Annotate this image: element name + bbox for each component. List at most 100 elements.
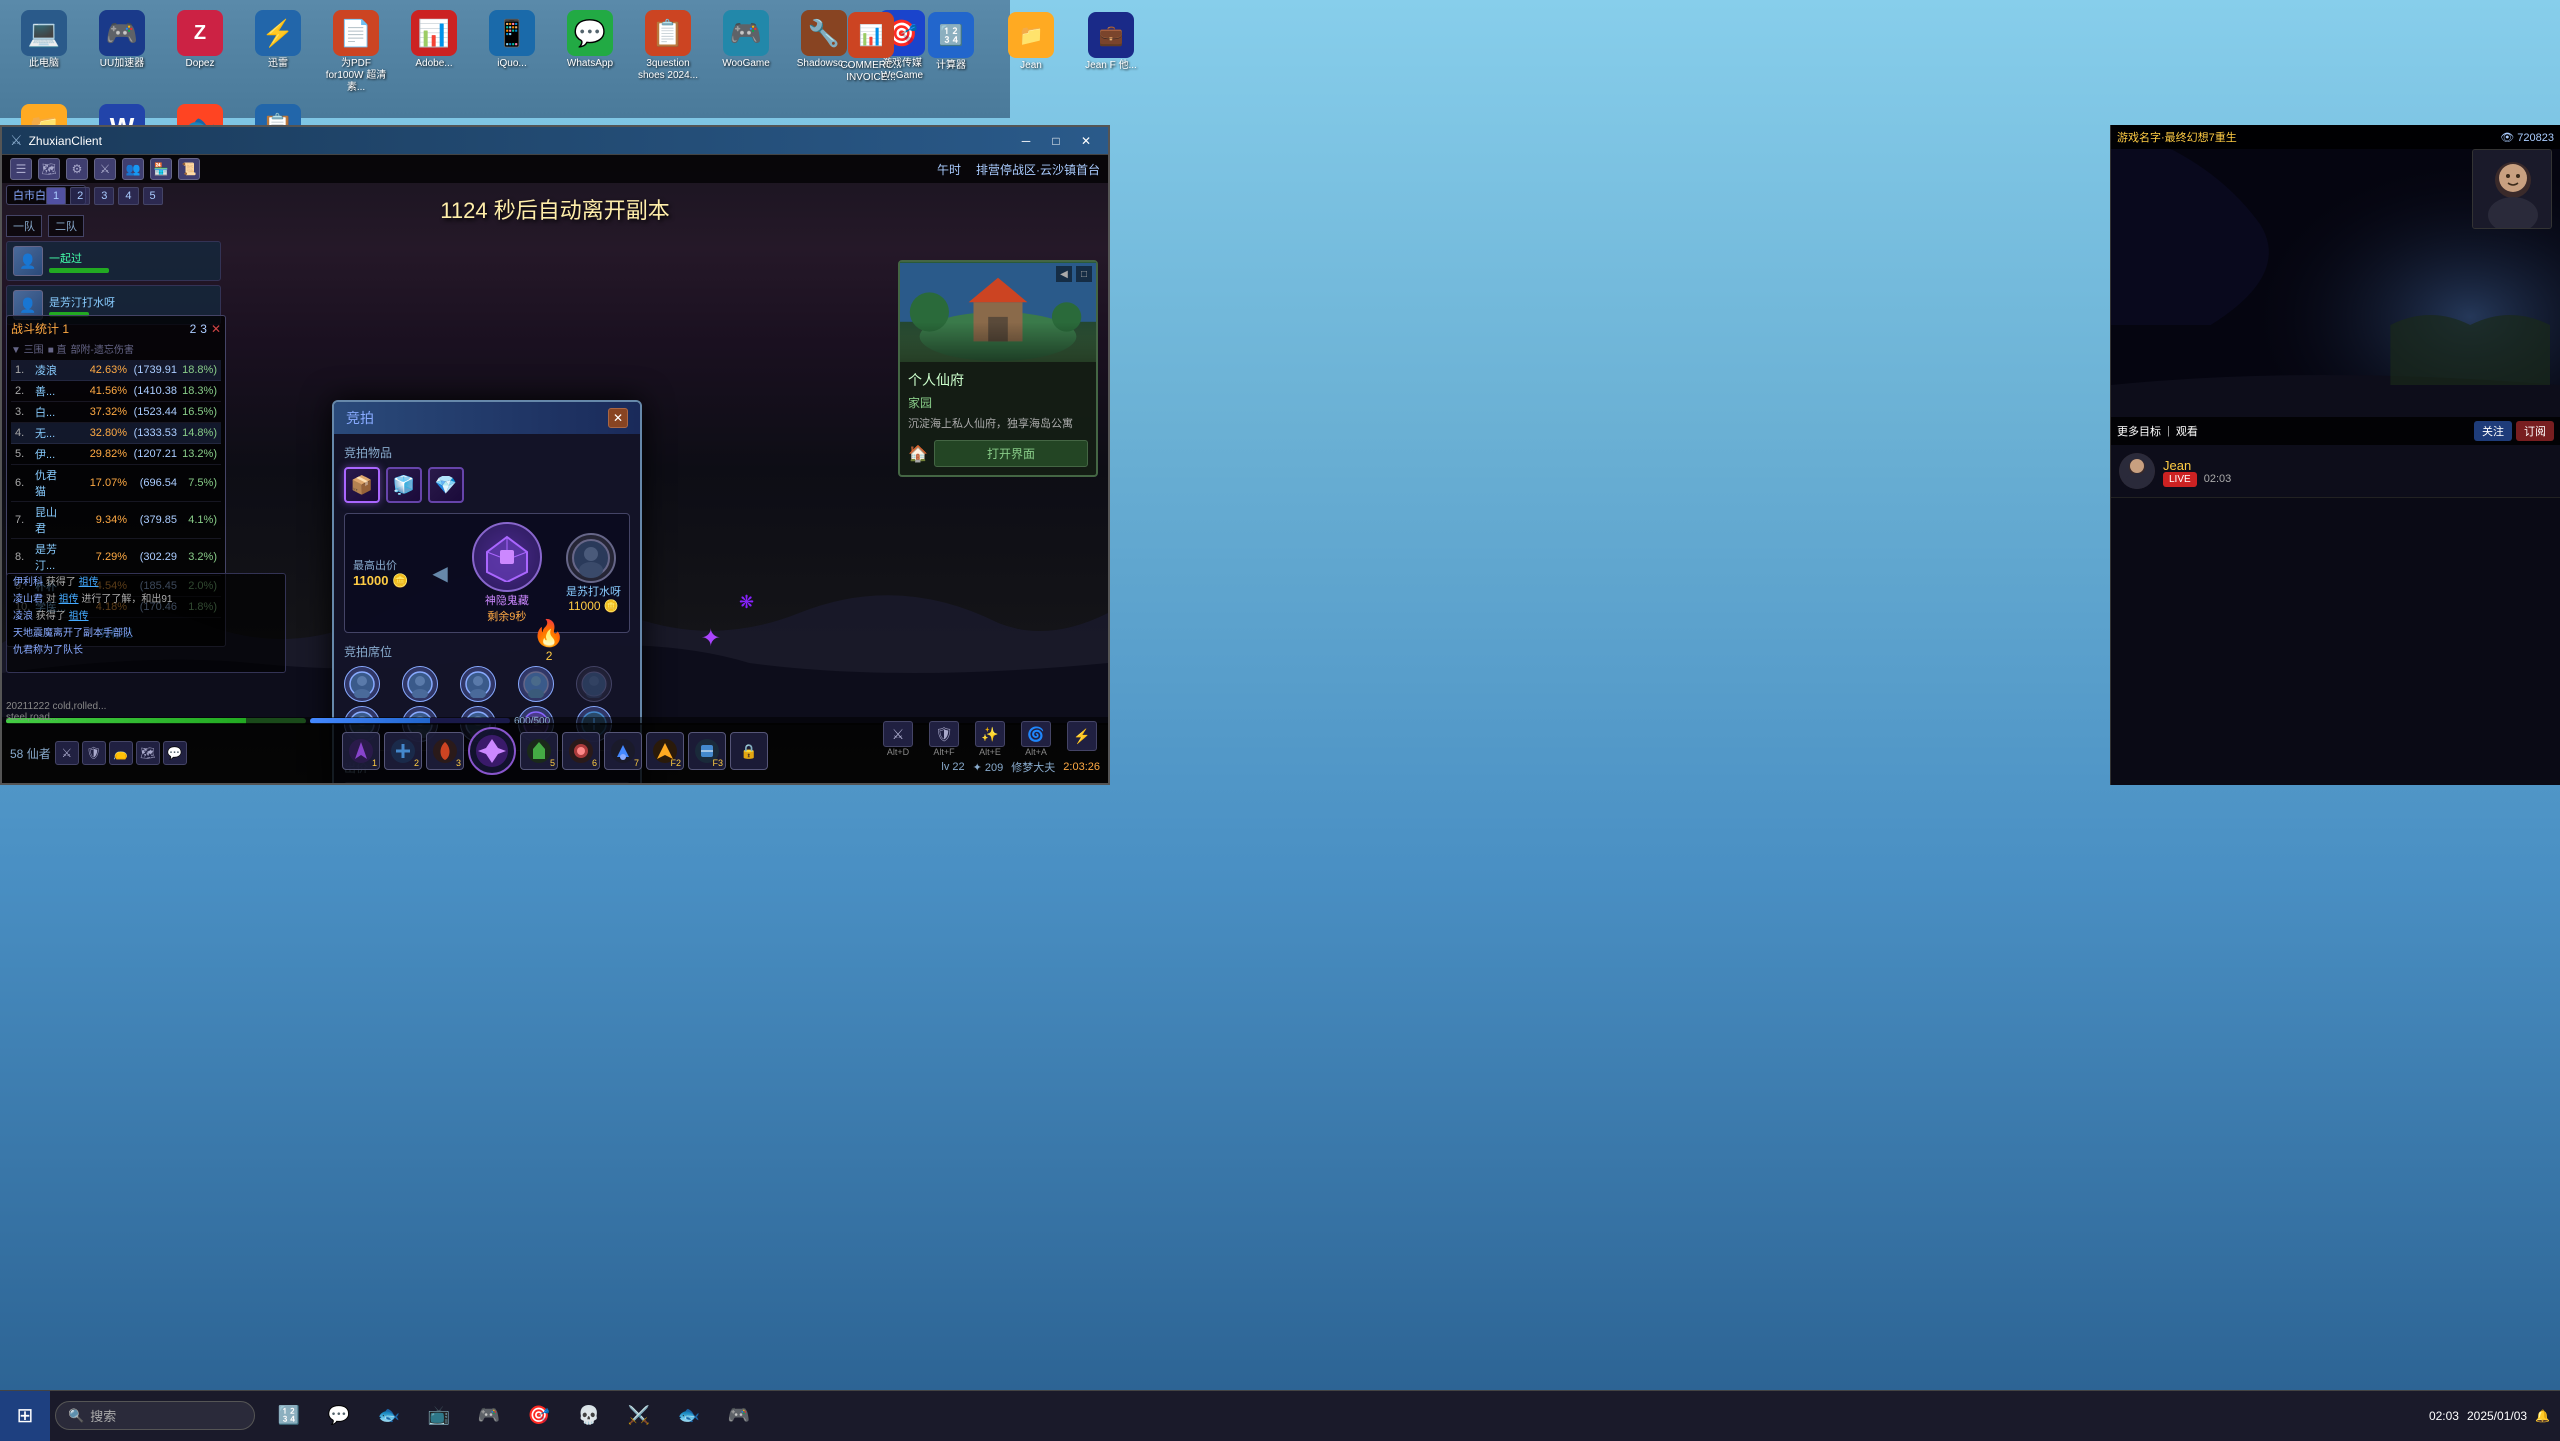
chat-link-3[interactable]: 祖传 [69, 611, 89, 622]
dialog-title: 竞拍 [346, 408, 374, 428]
lb-close[interactable]: ✕ [211, 322, 221, 336]
alt-skill-2[interactable]: 🛡 Alt+F [926, 721, 962, 757]
desktop-icon-computer[interactable]: 💻 此电脑 [8, 8, 80, 72]
auction-item-1[interactable]: 📦 [344, 467, 380, 503]
lb-rank-8: 8. [15, 551, 35, 563]
torch-effect: 🔥 2 [533, 618, 565, 663]
lb-tab-2[interactable]: 2 [190, 322, 197, 336]
desktop-icon-calc[interactable]: 🔢 计算器 [915, 10, 987, 86]
bidding-area: 最高出价 11000 🪙 ◀ [344, 513, 630, 633]
game-level-label: lv 22 [941, 761, 964, 773]
action-icon-2[interactable]: 🛡 [82, 741, 106, 765]
slot-2[interactable] [402, 666, 438, 702]
chat-sender-2: 凌山君 [13, 594, 43, 605]
skill-slot-5[interactable]: 5 [520, 732, 558, 770]
auction-item-2[interactable]: 🧊 [386, 467, 422, 503]
dialog-close-button[interactable]: ✕ [608, 408, 628, 428]
skill-slot-1[interactable]: 1 [342, 732, 380, 770]
chat-extra-2: 进行了了解，和出91 [81, 594, 172, 605]
taskbar-app-douyu-client[interactable]: 🐟 [665, 1392, 713, 1440]
taskbar-app-calc[interactable]: 🔢 [265, 1392, 313, 1440]
lb-val1-5: 29.82% [67, 448, 127, 460]
desktop-icon-commerce[interactable]: 📊 COMMERC... INVOICE... [835, 10, 907, 86]
thunder-icon: ⚡ [255, 10, 301, 56]
game-time-label: 午时 [937, 161, 961, 178]
chat-link-1[interactable]: 祖传 [79, 577, 99, 588]
skill-slot-8[interactable]: F2 [646, 732, 684, 770]
auction-item-3[interactable]: 💎 [428, 467, 464, 503]
notification-icon[interactable]: 🔔 [2535, 1409, 2550, 1423]
taskbar-app-game1[interactable]: 🎮 [465, 1392, 513, 1440]
coin-icon-right: 🪙 [604, 599, 619, 613]
slot-1[interactable] [344, 666, 380, 702]
settings-icon[interactable]: ⚙ [66, 158, 88, 180]
alt-skill-3[interactable]: ✨ Alt+E [972, 721, 1008, 757]
action-icon-1[interactable]: ⚔ [55, 741, 79, 765]
desktop-icon-pdf[interactable]: 📄 为PDF for100W 超清素... [320, 8, 392, 96]
hotkey-6: 6 [592, 758, 597, 768]
stream-ctrl-label-2: 观看 [2176, 423, 2198, 439]
alt-skill-1[interactable]: ⚔ Alt+D [880, 721, 916, 757]
member-name-2: 是芳汀打水呀 [49, 294, 214, 310]
chat-link-2[interactable]: 祖传 [59, 594, 79, 605]
desktop-icon-thunder[interactable]: ⚡ 迅雷 [242, 8, 314, 72]
skills-icon[interactable]: ⚔ [94, 158, 116, 180]
game-window: ⚔ ZhuxianClient ─ □ ✕ ☰ 🗺 [0, 125, 1110, 785]
action-icon-5[interactable]: 💬 [163, 741, 187, 765]
taskbar-app-game2[interactable]: 🎮 [715, 1392, 763, 1440]
action-icon-3[interactable]: 👝 [109, 741, 133, 765]
tab-2[interactable]: 2 [70, 187, 90, 205]
shoes-icon: 📋 [645, 10, 691, 56]
arrow-left[interactable]: ◀ [432, 561, 447, 586]
skill-slot-2[interactable]: 2 [384, 732, 422, 770]
taskbar-app-douyu-companion[interactable]: 🐟 [365, 1392, 413, 1440]
taskbar-app-wechat[interactable]: 💬 [315, 1392, 363, 1440]
slot-4[interactable] [518, 666, 554, 702]
tab-4[interactable]: 4 [118, 187, 138, 205]
menu-icon[interactable]: ☰ [10, 158, 32, 180]
stream-follow-btn[interactable]: 关注 [2474, 421, 2512, 441]
tab-3[interactable]: 3 [94, 187, 114, 205]
lb-rank-2: 2. [15, 385, 35, 397]
stream-sub-btn[interactable]: 订阅 [2516, 421, 2554, 441]
desktop-icon-shoes[interactable]: 📋 3question shoes 2024... [632, 8, 704, 84]
party-icon[interactable]: 👥 [122, 158, 144, 180]
action-icon-4[interactable]: 🗺 [136, 741, 160, 765]
taskbar-app-bili[interactable]: 📺 [415, 1392, 463, 1440]
desktop-icon-iquo[interactable]: 📱 iQuo... [476, 8, 548, 72]
commerce-label: COMMERC... INVOICE... [837, 60, 905, 84]
shop-icon[interactable]: 🏪 [150, 158, 172, 180]
stream-user-row: Jean LIVE 02:03 [2119, 453, 2552, 489]
desktop-icon-woogame[interactable]: 🎮 WooGame [710, 8, 782, 72]
skill-slot-7[interactable]: 7 [604, 732, 642, 770]
main-skill-slot[interactable] [468, 727, 516, 775]
chat-action-1: 获得了 [46, 577, 76, 588]
desktop-icon-adobe[interactable]: 📊 Adobe... [398, 8, 470, 72]
tab-1[interactable]: 1 [46, 187, 66, 205]
skill-slots: 1 2 3 [342, 727, 768, 775]
search-bar[interactable]: 🔍 搜索 [55, 1401, 255, 1430]
quest-icon[interactable]: 📜 [178, 158, 200, 180]
desktop-icon-dopez[interactable]: Z Dopez [164, 8, 236, 72]
map-icon[interactable]: 🗺 [38, 158, 60, 180]
slot-3[interactable] [460, 666, 496, 702]
center-item-display: 神隐鬼藏 剩余9秒 [472, 522, 542, 624]
start-button[interactable]: ⊞ [0, 1391, 50, 1441]
lb-val3-4: 14.8%) [177, 427, 217, 439]
taskbar-time: 02:03 [2429, 1409, 2459, 1423]
skill-slot-lock[interactable]: 🔒 [730, 732, 768, 770]
taskbar-app-zhuxian[interactable]: ⚔️ [615, 1392, 663, 1440]
skill-slot-3[interactable]: 3 [426, 732, 464, 770]
taskbar-date: 2025/01/03 [2467, 1409, 2527, 1423]
desktop-icon-whatsapp[interactable]: 💬 WhatsApp [554, 8, 626, 72]
lb-tab-3[interactable]: 3 [200, 322, 207, 336]
taskbar-app-wegame[interactable]: 🎯 [515, 1392, 563, 1440]
skill-slot-9[interactable]: F3 [688, 732, 726, 770]
desktop-icon-uu[interactable]: 🎮 UU加速器 [86, 8, 158, 72]
uu-icon: 🎮 [99, 10, 145, 56]
tab-5[interactable]: 5 [143, 187, 163, 205]
taskbar-app-death[interactable]: 💀 [565, 1392, 613, 1440]
pdf-icon: 📄 [333, 10, 379, 56]
slot-5[interactable] [576, 666, 612, 702]
skill-slot-6[interactable]: 6 [562, 732, 600, 770]
